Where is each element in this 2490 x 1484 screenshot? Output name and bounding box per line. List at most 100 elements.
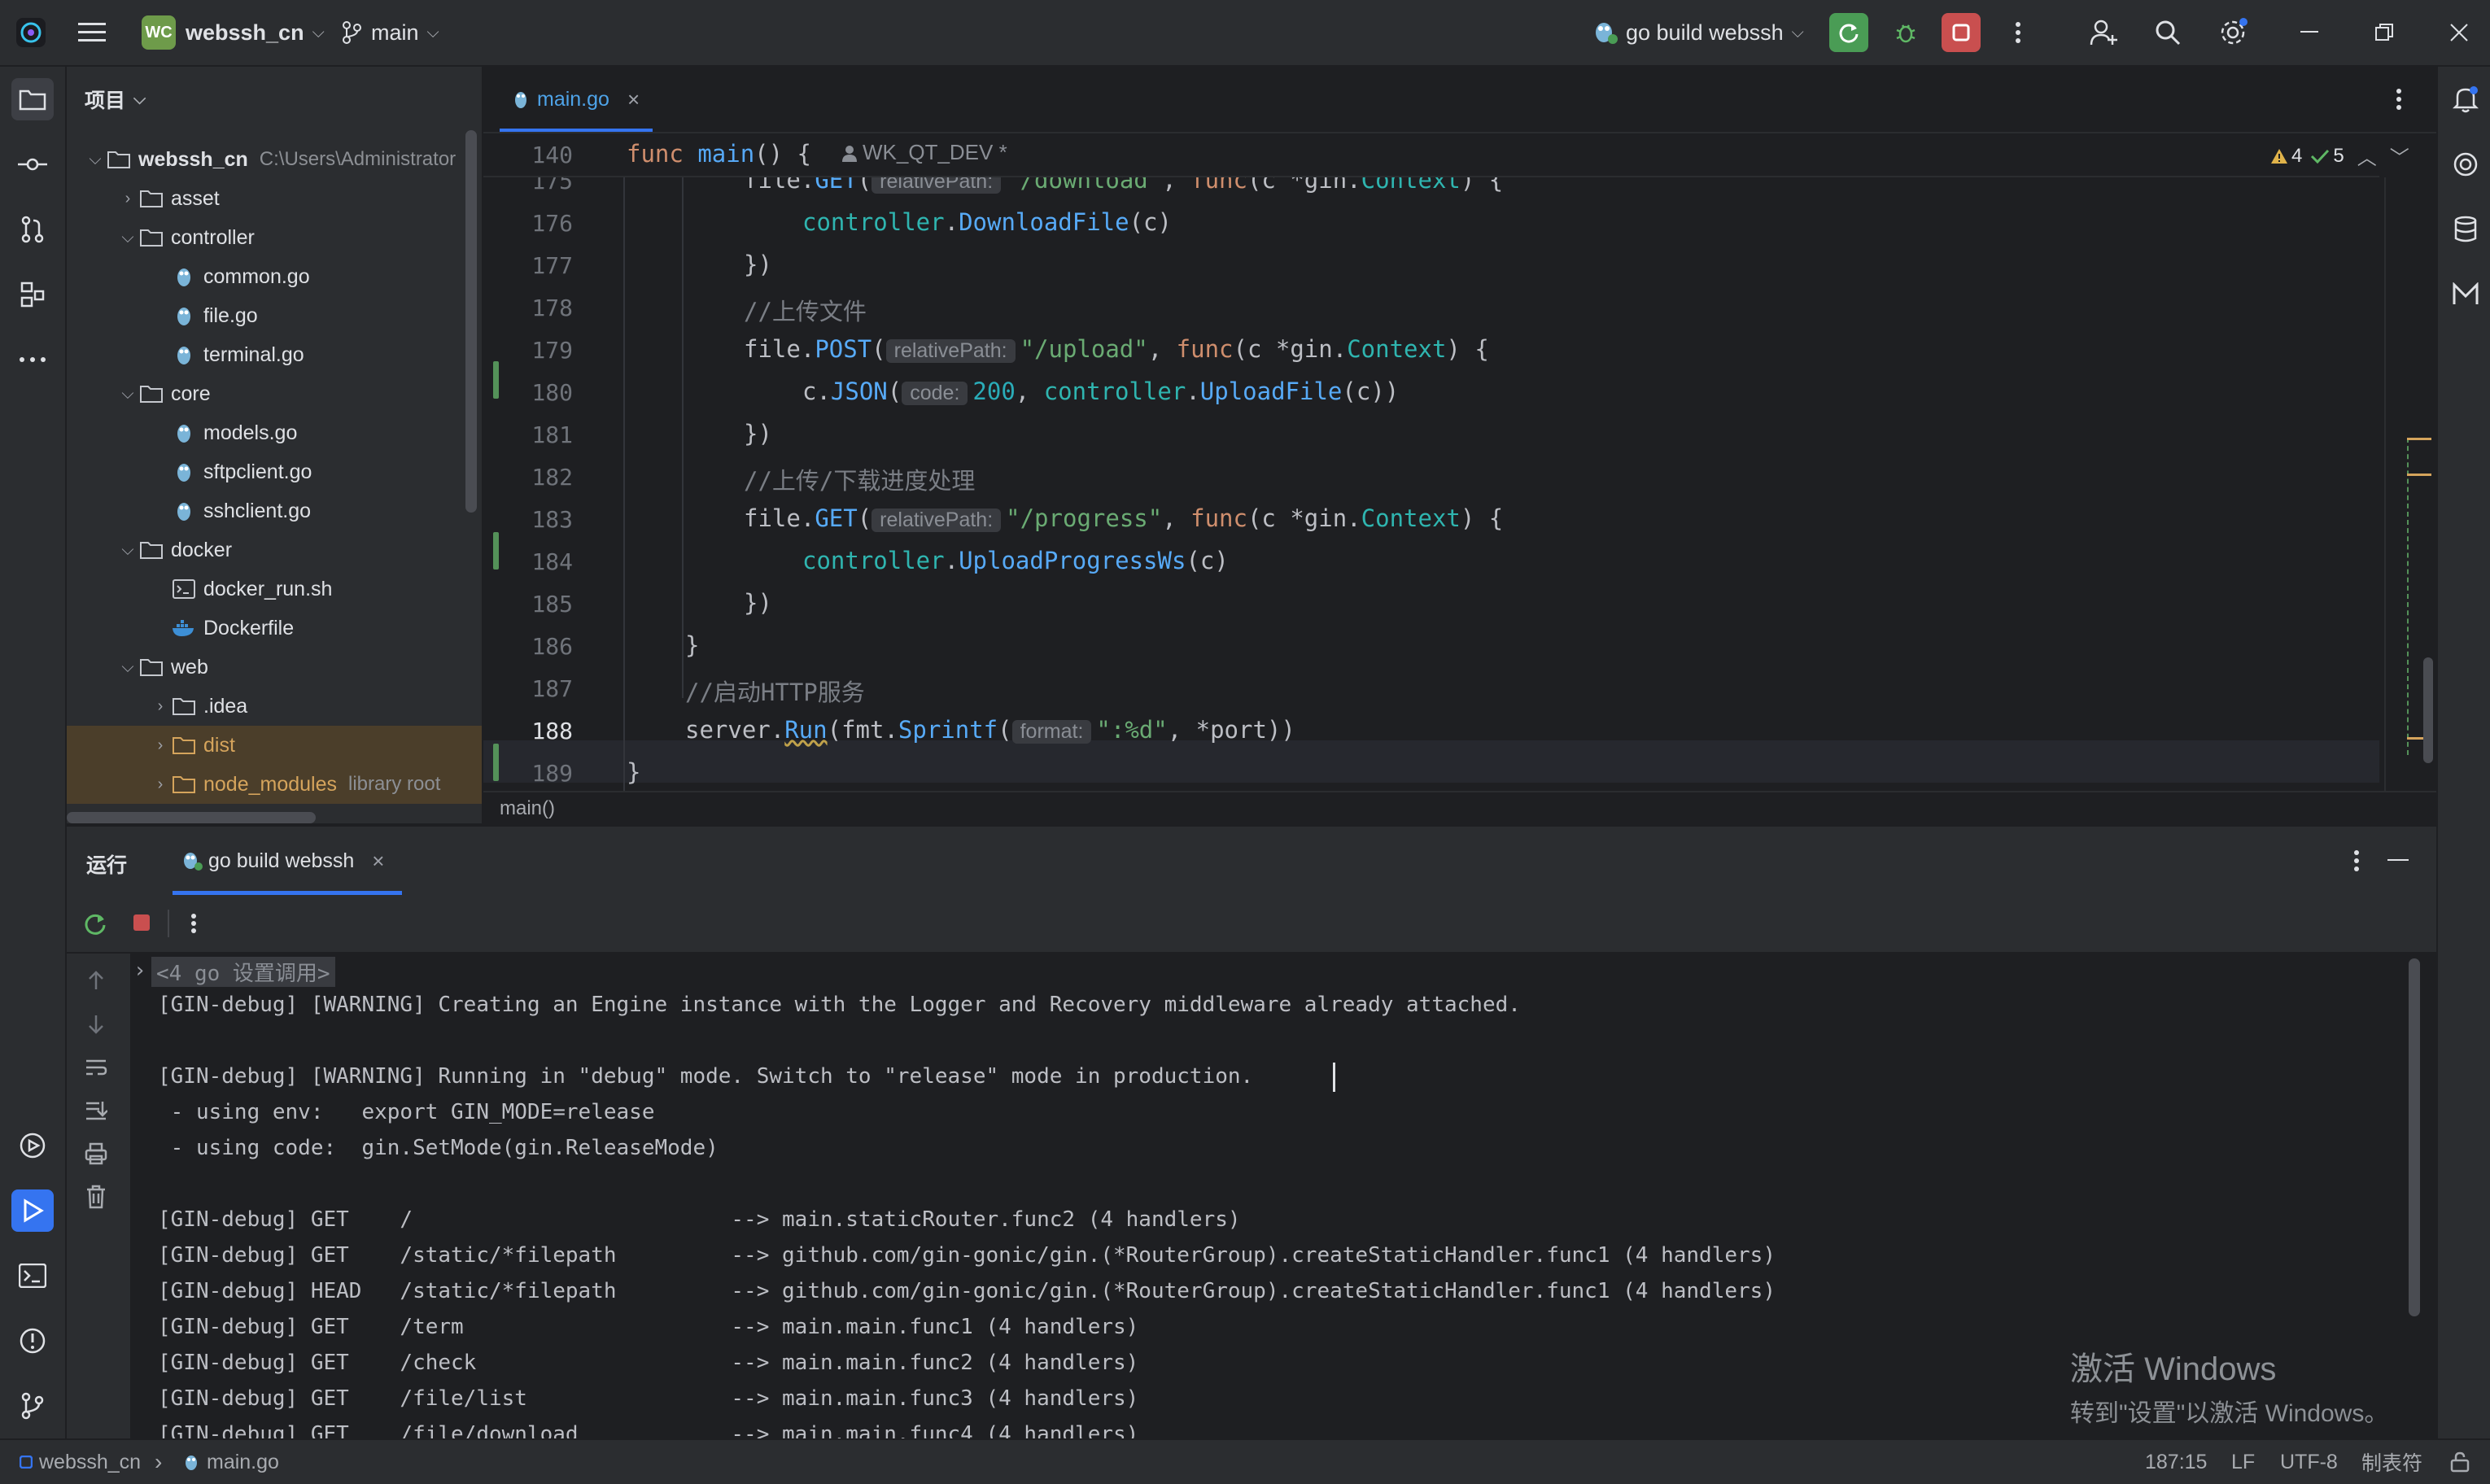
chevron-down-icon: ⌵ bbox=[133, 89, 146, 108]
console-scrollbar[interactable] bbox=[2409, 958, 2420, 1316]
go-file-icon bbox=[171, 421, 197, 445]
inspection-widget[interactable]: 4 5 ︿ ﹀ bbox=[2270, 142, 2409, 170]
notifications-bell-icon[interactable] bbox=[2444, 78, 2487, 120]
author-hint[interactable]: WK_QT_DEV * bbox=[841, 140, 1007, 165]
commit-icon[interactable] bbox=[11, 143, 54, 186]
more-actions-icon[interactable] bbox=[1999, 13, 2038, 52]
close-window-icon[interactable] bbox=[2440, 13, 2479, 52]
problems-icon[interactable] bbox=[11, 1320, 54, 1362]
author-name: WK_QT_DEV * bbox=[863, 140, 1007, 164]
warning-stripe[interactable] bbox=[2407, 438, 2431, 440]
search-icon[interactable] bbox=[2148, 13, 2187, 52]
tree-item-node-modules[interactable]: › node_modules library root bbox=[67, 765, 482, 804]
hide-panel-icon[interactable] bbox=[2387, 859, 2409, 862]
breadcrumb[interactable]: main() bbox=[500, 797, 555, 820]
caret-position[interactable]: 187:15 bbox=[2145, 1440, 2207, 1484]
pull-requests-icon[interactable] bbox=[11, 208, 54, 251]
chevron-up-icon[interactable]: ︿ bbox=[2357, 142, 2377, 170]
chevron-down-icon: ⌵ bbox=[121, 540, 134, 559]
run-tab[interactable]: go build webssh × bbox=[173, 827, 403, 895]
warning-stripe[interactable] bbox=[2407, 474, 2431, 476]
tree-item-label: asset bbox=[171, 186, 220, 210]
tree-item-file[interactable]: terminal.go bbox=[67, 335, 482, 374]
git-icon[interactable] bbox=[11, 1385, 54, 1427]
code-view[interactable]: 175 176 177 178 179 180 181 182 183 184 … bbox=[483, 177, 2379, 791]
tree-item-idea[interactable]: › .idea bbox=[67, 687, 482, 726]
project-scrollbar[interactable] bbox=[465, 130, 477, 513]
tree-item-dist[interactable]: › dist bbox=[67, 726, 482, 765]
tree-item-file[interactable]: sftpclient.go bbox=[67, 452, 482, 491]
tree-item-web[interactable]: ⌵ web bbox=[67, 648, 482, 687]
rerun-icon[interactable] bbox=[83, 911, 107, 936]
lock-icon[interactable] bbox=[2449, 1440, 2470, 1484]
more-tools-icon[interactable] bbox=[11, 338, 54, 381]
editor-scrollbar[interactable] bbox=[2423, 657, 2433, 763]
settings-gear-icon[interactable] bbox=[2213, 13, 2252, 52]
chevron-down-icon: ⌵ bbox=[426, 23, 439, 41]
services-icon[interactable] bbox=[11, 1124, 54, 1167]
tree-item-core[interactable]: ⌵ core bbox=[67, 374, 482, 413]
console-line: [GIN-debug] GET /file/download --> main.… bbox=[158, 1422, 1139, 1440]
project-folder-icon[interactable] bbox=[11, 78, 54, 120]
tree-item-label: docker bbox=[171, 538, 233, 561]
markdown-icon[interactable] bbox=[2444, 273, 2487, 316]
run-toolbar bbox=[67, 895, 2436, 954]
scroll-down-icon[interactable] bbox=[86, 1014, 106, 1035]
ai-assistant-icon[interactable] bbox=[2444, 143, 2487, 186]
indent-setting[interactable]: 制表符 bbox=[2361, 1440, 2422, 1484]
collapsed-lines[interactable]: <4 go 设置调用> bbox=[151, 957, 335, 987]
main-menu-icon[interactable] bbox=[78, 0, 106, 65]
tree-item-file[interactable]: models.go bbox=[67, 413, 482, 452]
tree-item-file[interactable]: sshclient.go bbox=[67, 491, 482, 530]
status-breadcrumb-project[interactable]: webssh_cn bbox=[20, 1440, 141, 1484]
soft-wrap-icon[interactable] bbox=[85, 1058, 107, 1077]
chevron-down-icon[interactable]: ﹀ bbox=[2390, 142, 2409, 170]
tree-item-controller[interactable]: ⌵ controller bbox=[67, 218, 482, 257]
tree-item-file[interactable]: common.go bbox=[67, 257, 482, 296]
restore-window-icon[interactable] bbox=[2365, 13, 2404, 52]
database-icon[interactable] bbox=[2444, 208, 2487, 251]
terminal-icon[interactable] bbox=[11, 1255, 54, 1297]
tree-item-root[interactable]: ⌵ webssh_cn C:\Users\Administrator bbox=[67, 140, 482, 179]
tab-main-go[interactable]: main.go × bbox=[500, 67, 653, 132]
editor-options-icon[interactable] bbox=[2396, 88, 2402, 111]
run-tool-icon[interactable] bbox=[11, 1189, 54, 1232]
more-actions-icon[interactable] bbox=[190, 913, 197, 934]
tree-item-asset[interactable]: › asset bbox=[67, 179, 482, 218]
project-horizontal-scrollbar[interactable] bbox=[67, 812, 316, 823]
structure-icon[interactable] bbox=[11, 273, 54, 316]
add-user-icon[interactable] bbox=[2085, 13, 2124, 52]
trash-icon[interactable] bbox=[85, 1185, 107, 1209]
param-hint: code: bbox=[902, 382, 968, 405]
tree-item-file[interactable]: file.go bbox=[67, 296, 482, 335]
print-icon[interactable] bbox=[85, 1142, 107, 1165]
file-encoding[interactable]: UTF-8 bbox=[2280, 1440, 2338, 1484]
project-switcher[interactable]: WC webssh_cn ⌵ bbox=[142, 0, 325, 65]
debug-bug-icon[interactable] bbox=[1886, 13, 1925, 52]
stop-button[interactable] bbox=[1942, 13, 1981, 52]
rerun-button[interactable] bbox=[1829, 13, 1868, 52]
close-tab-icon[interactable]: × bbox=[627, 87, 640, 112]
line-separator[interactable]: LF bbox=[2231, 1440, 2255, 1484]
go-file-icon bbox=[513, 89, 529, 110]
run-options-icon[interactable] bbox=[2353, 849, 2360, 872]
run-config-selector[interactable]: go build webssh ⌵ bbox=[1592, 0, 1804, 65]
console-line: [GIN-debug] [WARNING] Creating an Engine… bbox=[158, 993, 1521, 1017]
current-line-highlight bbox=[483, 740, 2379, 783]
go-file-icon bbox=[184, 1452, 199, 1472]
tree-item-file[interactable]: docker_run.sh bbox=[67, 570, 482, 609]
chevron-right-icon[interactable]: › bbox=[133, 958, 146, 983]
status-breadcrumb-file[interactable]: main.go bbox=[184, 1440, 279, 1484]
sticky-line[interactable]: 140 func main() { WK_QT_DEV * bbox=[483, 133, 2379, 177]
scroll-to-end-icon[interactable] bbox=[85, 1100, 107, 1121]
app-logo[interactable] bbox=[15, 0, 47, 65]
branch-name: main bbox=[371, 20, 419, 45]
project-panel-header[interactable]: 项目 ⌵ bbox=[85, 85, 146, 114]
tree-item-docker[interactable]: ⌵ docker bbox=[67, 530, 482, 570]
stop-icon[interactable] bbox=[132, 913, 151, 932]
minimize-window-icon[interactable] bbox=[2290, 13, 2329, 52]
tree-item-file[interactable]: Dockerfile bbox=[67, 609, 482, 648]
branch-switcher[interactable]: main ⌵ bbox=[342, 0, 439, 65]
close-tab-icon[interactable]: × bbox=[372, 849, 384, 874]
scroll-up-icon[interactable] bbox=[86, 970, 106, 991]
